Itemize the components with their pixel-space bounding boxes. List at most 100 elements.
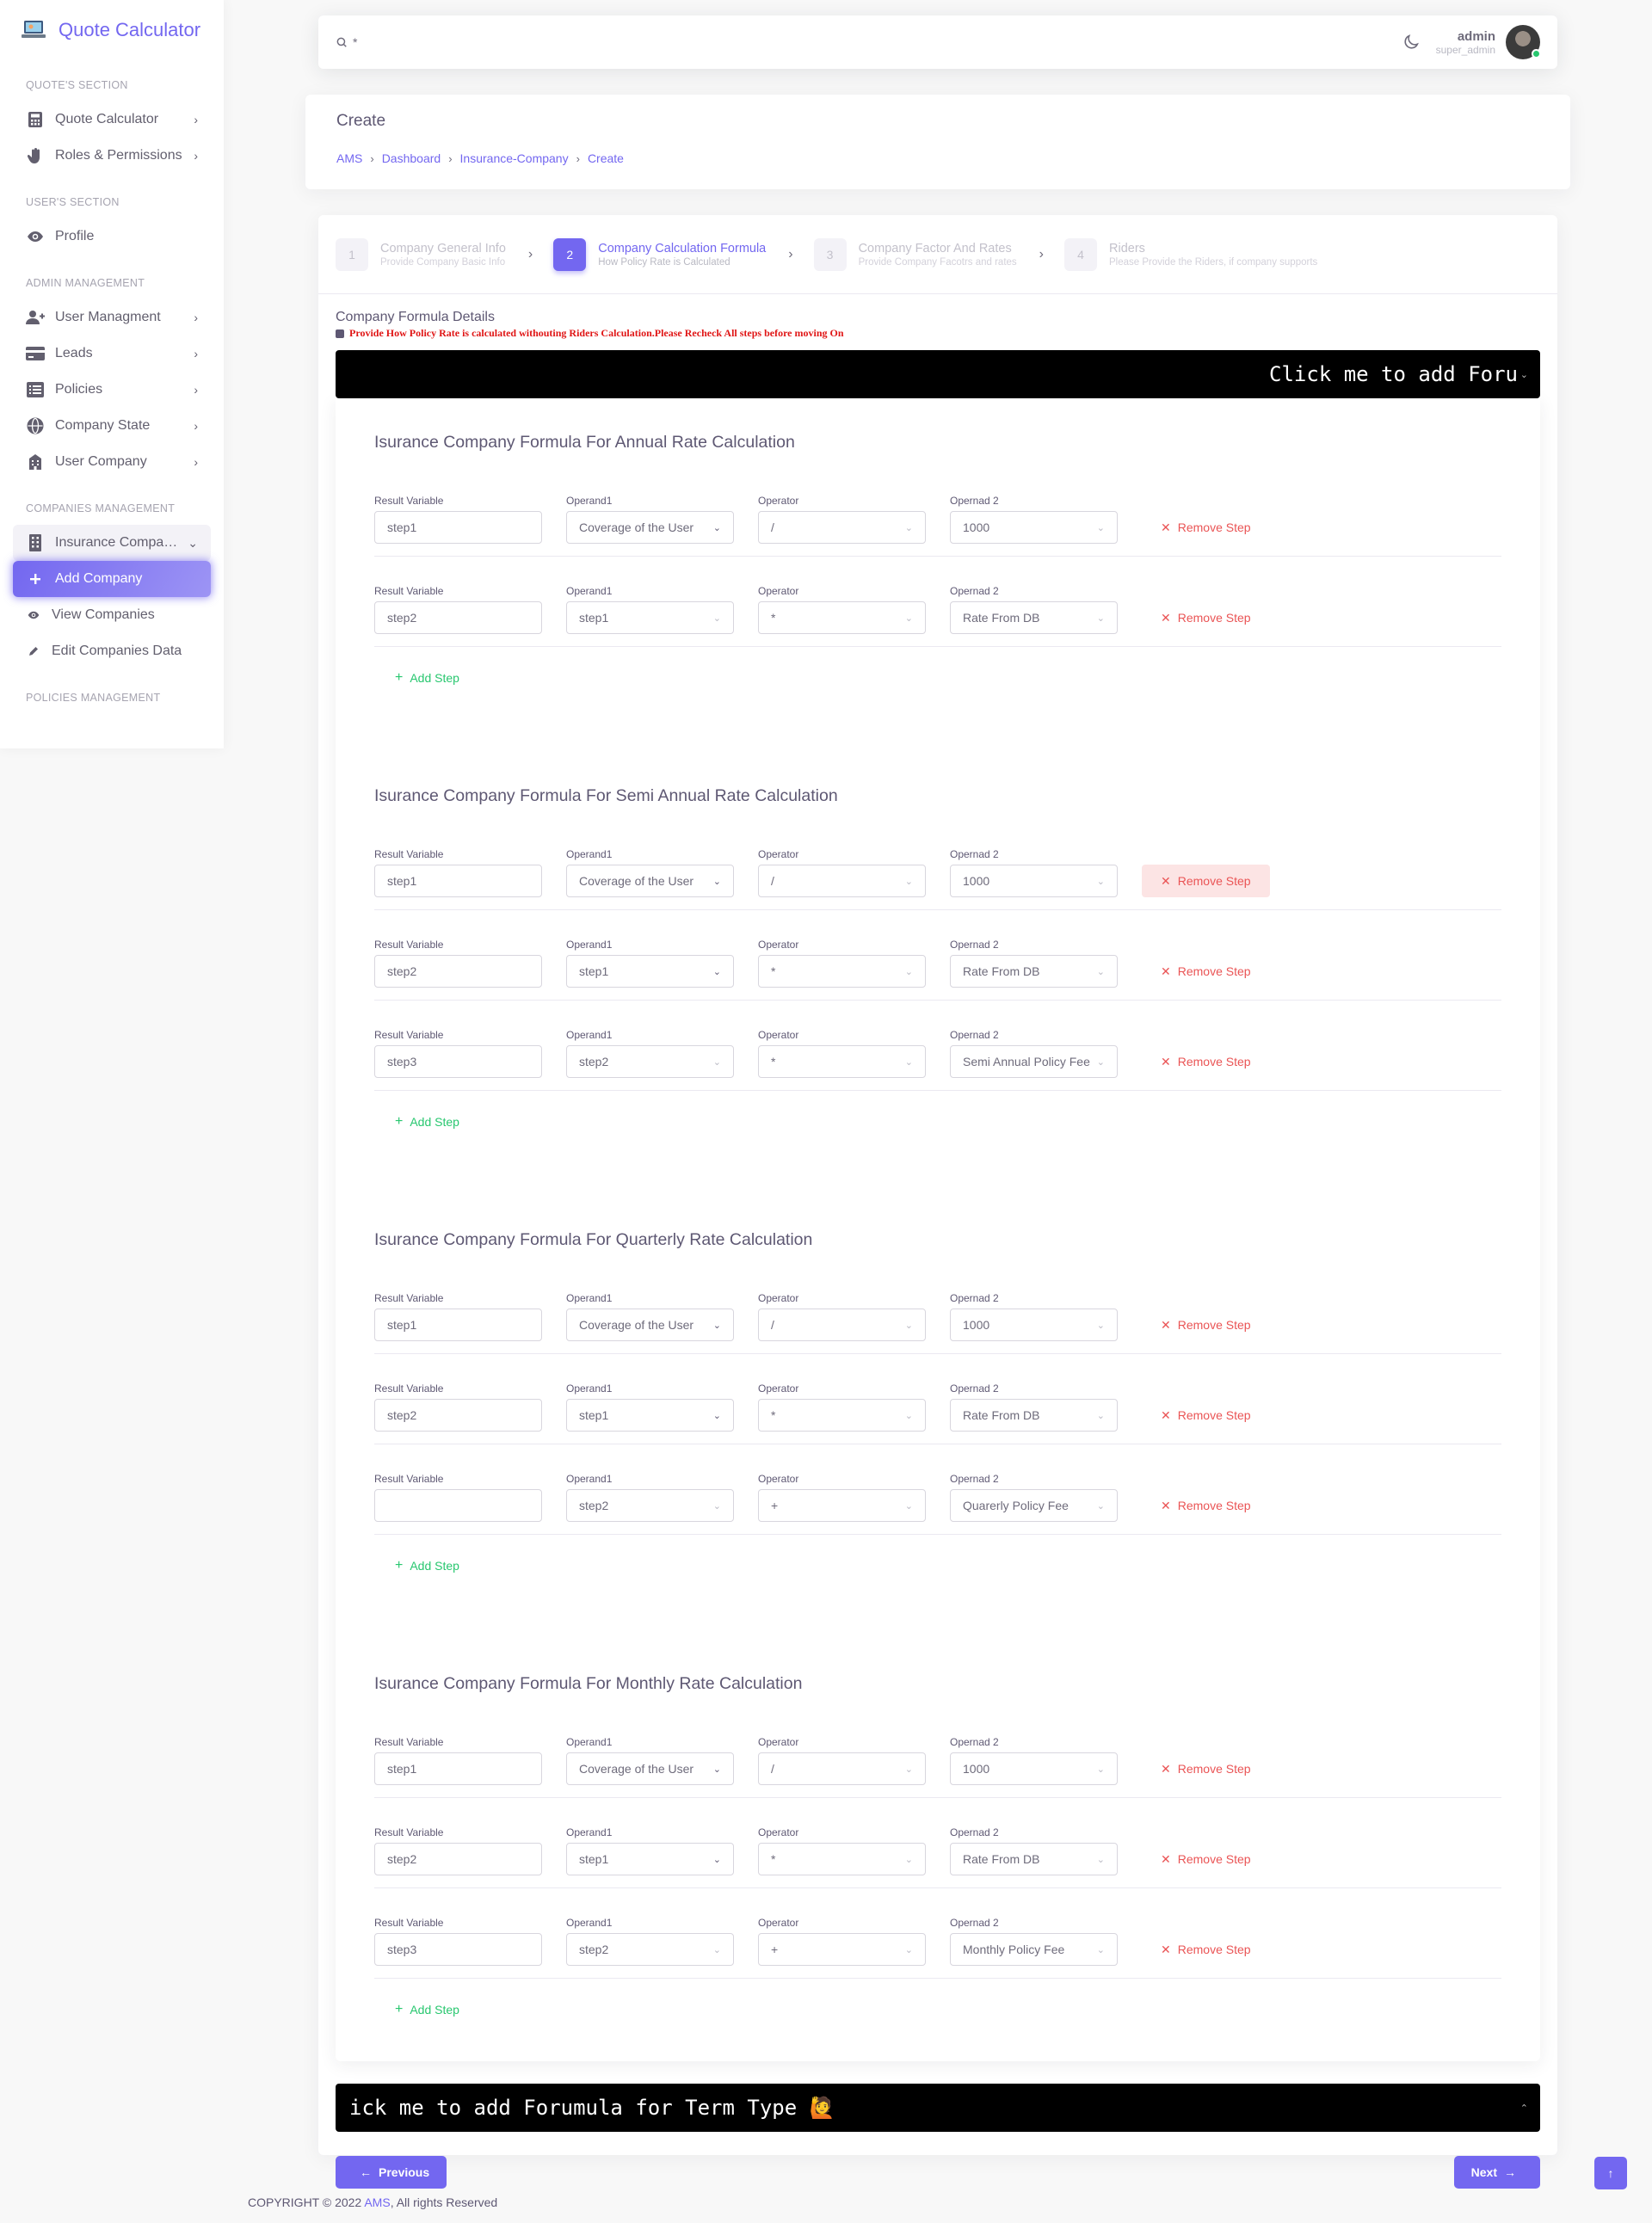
step-number: 2 [553, 237, 587, 271]
sidebar-item-user-managment[interactable]: User Managment › [13, 299, 211, 336]
formula-accordion-toggle[interactable]: Click me to add Foru ⌄ [336, 350, 1540, 398]
operand2-select[interactable]: Rate From DB ⌄ [950, 955, 1118, 988]
operand1-select[interactable]: step1 ⌄ [566, 1843, 734, 1875]
result-variable-input[interactable]: step1 [374, 1309, 542, 1341]
wizard-step-3[interactable]: 3 Company Factor And Rates Provide Compa… [813, 237, 1017, 271]
result-variable-input[interactable]: step1 [374, 511, 542, 544]
result-variable-field: Result Variable step2 [374, 939, 542, 988]
remove-step-button[interactable]: ✕ Remove Step [1142, 511, 1270, 544]
result-variable-input[interactable]: step1 [374, 865, 542, 897]
previous-button[interactable]: ← Previous [336, 2156, 447, 2189]
operand2-select[interactable]: 1000 ⌄ [950, 1752, 1118, 1785]
operand2-select[interactable]: Monthly Policy Fee ⌄ [950, 1933, 1118, 1966]
avatar[interactable] [1506, 25, 1541, 59]
result-variable-input[interactable]: step1 [374, 1752, 542, 1785]
operator-select[interactable]: / ⌄ [758, 865, 926, 897]
wizard-step-1[interactable]: 1 Company General Info Provide Company B… [336, 237, 506, 271]
operator-select[interactable]: * ⌄ [758, 601, 926, 634]
sidebar-item-leads[interactable]: Leads › [13, 336, 211, 372]
sidebar-item-quote-calculator[interactable]: Quote Calculator › [13, 102, 211, 138]
operand1-select[interactable]: Coverage of the User ⌄ [566, 1309, 734, 1341]
remove-step-button[interactable]: ✕ Remove Step [1142, 1489, 1270, 1522]
result-variable-input[interactable]: step2 [374, 955, 542, 988]
remove-step-button[interactable]: ✕ Remove Step [1142, 601, 1270, 634]
operand2-select[interactable]: Rate From DB ⌄ [950, 1399, 1118, 1432]
sidebar-item-policies[interactable]: Policies › [13, 372, 211, 408]
remove-step-button[interactable]: ✕ Remove Step [1142, 1399, 1270, 1432]
operand2-select[interactable]: 1000 ⌄ [950, 865, 1118, 897]
add-step-button[interactable]: + Add Step [374, 1535, 1501, 1597]
operand1-field: Operand1 Coverage of the User ⌄ [566, 1292, 734, 1341]
next-button[interactable]: Next → [1453, 2156, 1540, 2189]
remove-step-button[interactable]: ✕ Remove Step [1142, 1045, 1270, 1078]
sidebar-item-profile[interactable]: Profile [13, 219, 211, 255]
operand2-select[interactable]: 1000 ⌄ [950, 1309, 1118, 1341]
term-type-accordion-toggle[interactable]: ick me to add Forumula for Term Type 🙋 ⌃ [336, 2084, 1540, 2132]
remove-step-button[interactable]: ✕ Remove Step [1142, 865, 1270, 897]
remove-step-button[interactable]: ✕ Remove Step [1142, 1309, 1270, 1341]
operator-label: Operator [758, 1736, 799, 1748]
operator-select[interactable]: + ⌄ [758, 1489, 926, 1522]
search-bar[interactable]: * [336, 35, 1402, 49]
result-variable-input[interactable]: step2 [374, 601, 542, 634]
operand1-value: Coverage of the User [579, 520, 694, 534]
footer-brand-link[interactable]: AMS [364, 2195, 390, 2209]
remove-step-button[interactable]: ✕ Remove Step [1142, 1933, 1270, 1966]
operand1-select[interactable]: Coverage of the User ⌄ [566, 511, 734, 544]
user-info[interactable]: admin super_admin [1436, 29, 1495, 56]
result-variable-input[interactable]: step2 [374, 1399, 542, 1432]
operand2-select[interactable]: 1000 ⌄ [950, 511, 1118, 544]
scroll-to-top-button[interactable]: ↑ [1594, 2157, 1627, 2189]
operand2-select[interactable]: Quarerly Policy Fee ⌄ [950, 1489, 1118, 1522]
result-variable-input[interactable]: step3 [374, 1933, 542, 1966]
operator-select[interactable]: * ⌄ [758, 1399, 926, 1432]
brand[interactable]: Quote Calculator [0, 0, 224, 60]
remove-step-button[interactable]: ✕ Remove Step [1142, 1843, 1270, 1875]
remove-step-button[interactable]: ✕ Remove Step [1142, 955, 1270, 988]
result-variable-input[interactable] [374, 1489, 542, 1522]
operand1-select[interactable]: step2 ⌄ [566, 1489, 734, 1522]
operand1-select[interactable]: step1 ⌄ [566, 955, 734, 988]
add-step-button[interactable]: + Add Step [374, 1979, 1501, 2041]
sidebar-item-company-state[interactable]: Company State › [13, 408, 211, 444]
operator-select[interactable]: + ⌄ [758, 1933, 926, 1966]
moon-icon[interactable] [1402, 33, 1421, 52]
operator-select[interactable]: * ⌄ [758, 955, 926, 988]
close-icon: ✕ [1161, 520, 1171, 534]
sidebar-item-view-companies[interactable]: View Companies [13, 597, 211, 633]
sidebar-item-add-company[interactable]: Add Company [13, 561, 211, 597]
add-step-button[interactable]: + Add Step [374, 1091, 1501, 1153]
operator-select[interactable]: / ⌄ [758, 1309, 926, 1341]
operand2-select[interactable]: Rate From DB ⌄ [950, 1843, 1118, 1875]
operand1-select[interactable]: step2 ⌄ [566, 1933, 734, 1966]
operand1-select[interactable]: Coverage of the User ⌄ [566, 865, 734, 897]
operand2-field: Opernad 2 Rate From DB ⌄ [950, 585, 1118, 634]
breadcrumb-insurance-company[interactable]: Insurance-Company [460, 151, 569, 165]
operand1-select[interactable]: step1 ⌄ [566, 1399, 734, 1432]
breadcrumb-ams[interactable]: AMS [336, 151, 362, 165]
wizard-actions: ← Previous Next → [318, 2132, 1557, 2189]
sidebar-item-user-company[interactable]: User Company › [13, 444, 211, 480]
sidebar-item-roles-permissions[interactable]: Roles & Permissions › [13, 138, 211, 174]
operand1-select[interactable]: Coverage of the User ⌄ [566, 1752, 734, 1785]
remove-step-button[interactable]: ✕ Remove Step [1142, 1752, 1270, 1785]
operand2-select[interactable]: Rate From DB ⌄ [950, 601, 1118, 634]
sidebar-item-edit-companies-data[interactable]: Edit Companies Data [13, 633, 211, 669]
wizard-step-2[interactable]: 2 Company Calculation Formula How Policy… [553, 237, 766, 271]
add-step-button[interactable]: + Add Step [374, 647, 1501, 709]
eye-icon [26, 227, 45, 246]
sidebar-item-insurance-companies[interactable]: Insurance Companies ⌄ [13, 525, 211, 561]
breadcrumb-dashboard[interactable]: Dashboard [382, 151, 441, 165]
result-variable-input[interactable]: step2 [374, 1843, 542, 1875]
operator-select[interactable]: * ⌄ [758, 1843, 926, 1875]
operand2-select[interactable]: Semi Annual Policy Fee ⌄ [950, 1045, 1118, 1078]
wizard-step-4[interactable]: 4 Riders Please Provide the Riders, if c… [1064, 237, 1317, 271]
operand2-value: Semi Annual Policy Fee [963, 1055, 1090, 1068]
chevron-down-icon: ⌄ [712, 1944, 721, 1955]
operand1-select[interactable]: step1 ⌄ [566, 601, 734, 634]
operator-select[interactable]: / ⌄ [758, 1752, 926, 1785]
operand1-select[interactable]: step2 ⌄ [566, 1045, 734, 1078]
operator-select[interactable]: / ⌄ [758, 511, 926, 544]
result-variable-input[interactable]: step3 [374, 1045, 542, 1078]
operator-select[interactable]: * ⌄ [758, 1045, 926, 1078]
